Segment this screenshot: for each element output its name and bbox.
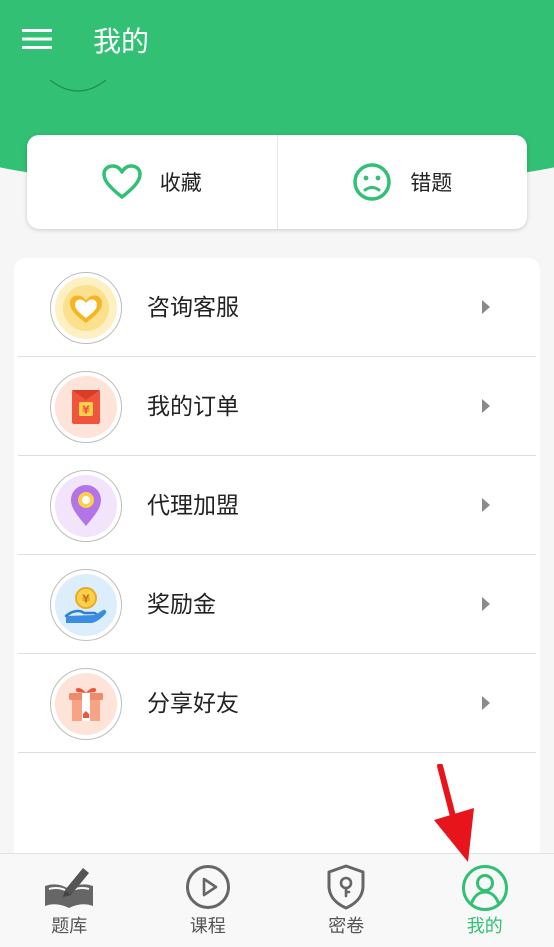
menu-item-label: 代理加盟 <box>147 493 239 519</box>
nav-label: 课程 <box>189 916 226 937</box>
book-pen-icon <box>45 868 94 908</box>
menu-item-customer-service[interactable]: 咨询客服 <box>18 258 536 357</box>
my-orders-icon-badge: ¥ <box>50 371 122 443</box>
reward-icon-badge: ¥ <box>50 569 122 641</box>
sad-face-icon <box>353 163 391 201</box>
quick-actions-card: 收藏 错题 <box>27 135 527 229</box>
hamburger-icon <box>22 29 52 49</box>
bottom-navigation: 题库 课程 密卷 我的 <box>0 853 554 947</box>
profile-page: 我的 收藏 错题 咨询客服 ¥ 我的订单 代理加盟 ¥ 奖励金 分享好友 题库 … <box>0 0 554 947</box>
menu-item-label: 奖励金 <box>147 592 216 618</box>
menu-item-share-friends[interactable]: 分享好友 <box>18 654 536 753</box>
wrong-questions-button[interactable]: 错题 <box>276 135 528 229</box>
svg-text:¥: ¥ <box>82 404 90 417</box>
nav-label: 密卷 <box>328 916 365 937</box>
menu-item-agent-franchise[interactable]: 代理加盟 <box>18 456 536 555</box>
svg-text:¥: ¥ <box>82 593 90 606</box>
user-icon <box>461 865 508 911</box>
chevron-right-icon <box>482 696 490 710</box>
menu-button[interactable] <box>22 28 62 58</box>
chevron-right-icon <box>482 399 490 413</box>
play-circle-icon <box>185 865 230 909</box>
gift-icon <box>55 673 117 735</box>
wrong-questions-label: 错题 <box>410 171 453 195</box>
share-friends-icon-badge <box>50 668 122 740</box>
nav-question-bank[interactable]: 题库 <box>0 854 139 947</box>
favorites-button[interactable]: 收藏 <box>27 135 277 229</box>
location-pin-icon <box>55 475 117 537</box>
red-envelope-icon: ¥ <box>55 376 117 438</box>
chevron-right-icon <box>482 498 490 512</box>
top-bar: 我的 <box>0 0 554 92</box>
heart-badge-icon <box>55 277 117 339</box>
page-title: 我的 <box>93 25 150 58</box>
menu-item-label: 分享好友 <box>147 691 239 717</box>
nav-label: 我的 <box>466 916 503 937</box>
menu-item-reward[interactable]: ¥ 奖励金 <box>18 555 536 654</box>
avatar[interactable] <box>46 60 110 94</box>
agent-franchise-icon-badge <box>50 470 122 542</box>
heart-icon <box>102 164 142 199</box>
annotation-arrow-icon <box>434 764 474 862</box>
menu-item-label: 我的订单 <box>147 394 239 420</box>
coin-hand-icon: ¥ <box>55 574 117 636</box>
shield-lock-icon <box>327 864 365 910</box>
chevron-right-icon <box>482 597 490 611</box>
nav-courses[interactable]: 课程 <box>139 854 278 947</box>
menu-item-my-orders[interactable]: ¥ 我的订单 <box>18 357 536 456</box>
favorites-label: 收藏 <box>159 171 202 195</box>
nav-secret-papers[interactable]: 密卷 <box>277 854 416 947</box>
menu-item-label: 咨询客服 <box>147 295 239 321</box>
nav-mine[interactable]: 我的 <box>416 854 554 947</box>
customer-service-icon-badge <box>50 272 122 344</box>
chevron-right-icon <box>482 300 490 314</box>
nav-label: 题库 <box>51 916 88 937</box>
